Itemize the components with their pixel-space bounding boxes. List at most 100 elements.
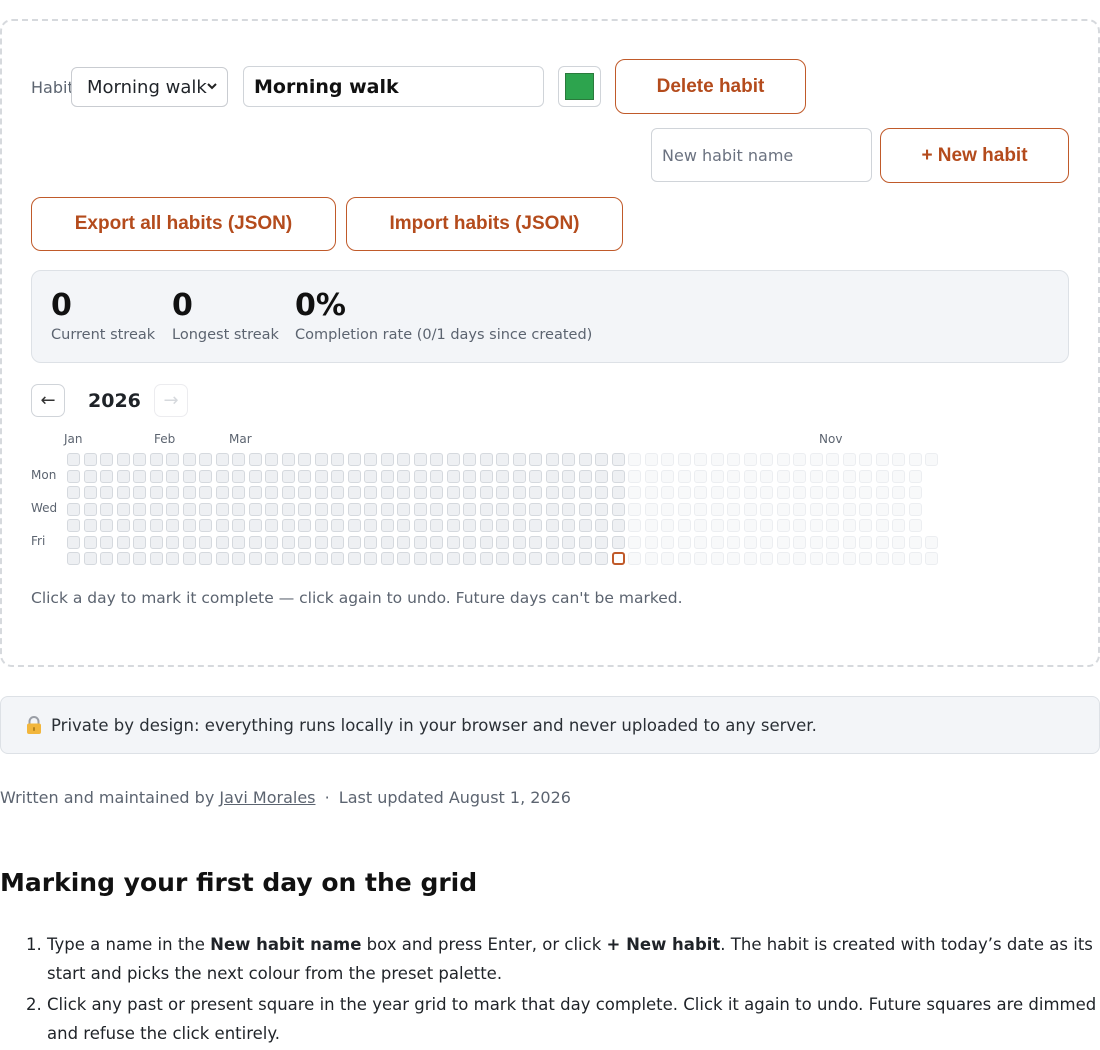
day-cell[interactable] — [331, 502, 344, 516]
day-cell[interactable] — [67, 486, 80, 499]
day-cell[interactable] — [413, 502, 427, 516]
day-cell[interactable] — [149, 519, 163, 532]
day-cell[interactable] — [314, 552, 328, 565]
day-cell[interactable] — [83, 453, 97, 466]
day-cell[interactable] — [347, 469, 361, 483]
day-cell[interactable] — [116, 552, 130, 565]
day-cell[interactable] — [298, 453, 311, 466]
day-cell[interactable] — [479, 453, 493, 466]
day-cell[interactable] — [347, 453, 361, 466]
day-cell[interactable] — [331, 535, 344, 549]
day-cell[interactable] — [314, 469, 328, 483]
delete-habit-button[interactable]: Delete habit — [615, 59, 806, 114]
day-cell[interactable] — [512, 502, 526, 516]
day-cell[interactable] — [430, 552, 443, 565]
day-cell[interactable] — [149, 453, 163, 466]
day-cell[interactable] — [529, 453, 542, 466]
day-cell[interactable] — [364, 519, 377, 532]
new-habit-name-input[interactable]: New habit name — [651, 128, 872, 182]
day-cell[interactable] — [83, 469, 97, 483]
day-cell[interactable] — [166, 469, 179, 483]
day-cell[interactable] — [100, 486, 113, 499]
day-cell[interactable] — [529, 535, 542, 549]
day-cell[interactable] — [232, 453, 245, 466]
habit-name-input[interactable]: Morning walk — [243, 66, 544, 107]
day-cell[interactable] — [463, 552, 476, 565]
day-cell[interactable] — [463, 502, 476, 516]
day-cell[interactable] — [281, 552, 295, 565]
day-cell[interactable] — [430, 502, 443, 516]
day-cell[interactable] — [578, 502, 592, 516]
day-cell[interactable] — [67, 502, 80, 516]
day-cell[interactable] — [380, 502, 394, 516]
day-cell[interactable] — [67, 519, 80, 532]
day-cell[interactable] — [545, 486, 559, 499]
habit-color-picker[interactable] — [558, 66, 601, 107]
day-cell[interactable] — [298, 469, 311, 483]
day-cell[interactable] — [529, 469, 542, 483]
day-cell[interactable] — [430, 453, 443, 466]
day-cell[interactable] — [314, 453, 328, 466]
day-cell[interactable] — [380, 519, 394, 532]
day-cell[interactable] — [281, 502, 295, 516]
day-cell[interactable] — [430, 519, 443, 532]
day-cell[interactable] — [199, 519, 212, 532]
day-cell[interactable] — [446, 552, 460, 565]
day-cell[interactable] — [331, 519, 344, 532]
day-cell[interactable] — [298, 552, 311, 565]
day-cell[interactable] — [67, 535, 80, 549]
day-cell[interactable] — [595, 535, 608, 549]
day-cell[interactable] — [413, 535, 427, 549]
day-cell[interactable] — [166, 502, 179, 516]
day-cell[interactable] — [347, 519, 361, 532]
day-cell[interactable] — [562, 552, 575, 565]
day-cell[interactable] — [67, 469, 80, 483]
day-cell[interactable] — [182, 535, 196, 549]
import-habits-button[interactable]: Import habits (JSON) — [346, 197, 623, 251]
day-cell[interactable] — [479, 552, 493, 565]
day-cell[interactable] — [380, 469, 394, 483]
day-cell[interactable] — [182, 453, 196, 466]
day-cell[interactable] — [232, 519, 245, 532]
day-cell[interactable] — [413, 469, 427, 483]
day-cell[interactable] — [116, 453, 130, 466]
day-cell[interactable] — [149, 552, 163, 565]
day-cell[interactable] — [149, 486, 163, 499]
day-cell[interactable] — [265, 469, 278, 483]
day-cell[interactable] — [380, 486, 394, 499]
day-cell[interactable] — [611, 486, 625, 499]
day-cell[interactable] — [512, 519, 526, 532]
day-cell[interactable] — [199, 486, 212, 499]
day-cell[interactable] — [248, 453, 262, 466]
day-cell[interactable] — [595, 552, 608, 565]
day-cell[interactable] — [364, 535, 377, 549]
day-cell[interactable] — [248, 486, 262, 499]
day-cell[interactable] — [380, 453, 394, 466]
day-cell[interactable] — [397, 535, 410, 549]
prev-year-button[interactable]: ← — [31, 384, 65, 417]
day-cell[interactable] — [479, 502, 493, 516]
day-cell[interactable] — [215, 535, 229, 549]
day-cell[interactable] — [496, 552, 509, 565]
day-cell[interactable] — [397, 502, 410, 516]
day-cell[interactable] — [133, 535, 146, 549]
day-cell[interactable] — [595, 486, 608, 499]
day-cell[interactable] — [380, 535, 394, 549]
day-cell[interactable] — [496, 502, 509, 516]
day-cell[interactable] — [562, 535, 575, 549]
day-cell[interactable] — [248, 469, 262, 483]
day-cell[interactable] — [298, 535, 311, 549]
day-cell[interactable] — [248, 535, 262, 549]
day-cell[interactable] — [545, 453, 559, 466]
day-cell[interactable] — [496, 453, 509, 466]
day-cell[interactable] — [331, 469, 344, 483]
day-cell[interactable] — [232, 502, 245, 516]
day-cell[interactable] — [562, 519, 575, 532]
day-cell[interactable] — [529, 519, 542, 532]
day-cell[interactable] — [281, 453, 295, 466]
day-cell[interactable] — [397, 453, 410, 466]
day-cell[interactable] — [265, 535, 278, 549]
day-cell[interactable] — [331, 552, 344, 565]
day-cell[interactable] — [149, 535, 163, 549]
day-cell[interactable] — [265, 519, 278, 532]
